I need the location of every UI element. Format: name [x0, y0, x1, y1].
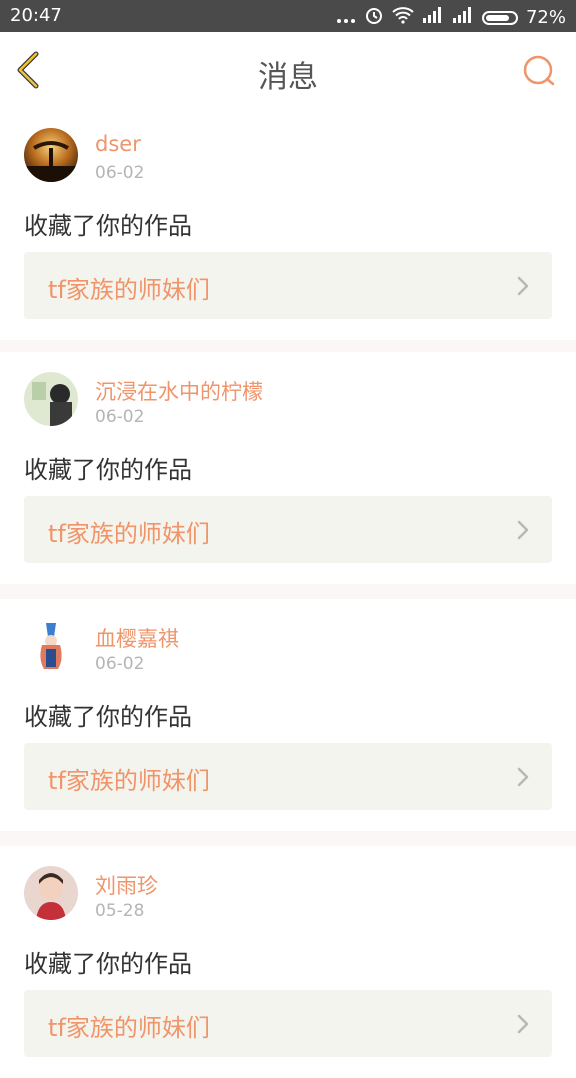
work-title: tf家族的师妹们 — [48, 276, 210, 304]
user-name[interactable]: 血樱嘉祺 — [95, 623, 179, 653]
message-action: 收藏了你的作品 — [24, 456, 192, 484]
message-card: 刘雨珍 05-28 收藏了你的作品 tf家族的师妹们 — [0, 846, 576, 1078]
work-link[interactable]: tf家族的师妹们 — [24, 496, 552, 563]
search-button[interactable] — [520, 52, 558, 90]
chevron-right-icon — [517, 276, 529, 296]
signal-icon — [422, 7, 444, 28]
more-dots-icon — [336, 7, 356, 28]
avatar[interactable] — [24, 619, 78, 673]
battery-percent: 72% — [525, 7, 566, 28]
message-card: 沉浸在水中的柠檬 06-02 收藏了你的作品 tf家族的师妹们 — [0, 352, 576, 584]
message-date: 05-28 — [95, 901, 145, 921]
chevron-right-icon — [517, 1014, 529, 1034]
message-date: 06-02 — [95, 163, 145, 183]
status-time: 20:47 — [10, 5, 62, 26]
search-icon — [523, 55, 555, 86]
work-title: tf家族的师妹们 — [48, 520, 210, 548]
work-link[interactable]: tf家族的师妹们 — [24, 252, 552, 319]
message-card: dser 06-02 收藏了你的作品 tf家族的师妹们 — [0, 108, 576, 340]
work-title: tf家族的师妹们 — [48, 1014, 210, 1042]
wifi-icon — [392, 6, 414, 29]
user-name[interactable]: dser — [95, 132, 141, 156]
nav-bar: 消息 — [0, 32, 576, 109]
message-action: 收藏了你的作品 — [24, 950, 192, 978]
message-date: 06-02 — [95, 407, 145, 427]
alarm-icon — [364, 5, 384, 30]
chevron-right-icon — [517, 520, 529, 540]
battery-icon — [481, 10, 518, 25]
avatar[interactable] — [24, 866, 78, 920]
message-action: 收藏了你的作品 — [24, 703, 192, 731]
message-date: 06-02 — [95, 654, 145, 674]
status-bar: 20:47 72% — [0, 0, 576, 32]
message-action: 收藏了你的作品 — [24, 212, 192, 240]
user-name[interactable]: 沉浸在水中的柠檬 — [95, 376, 263, 406]
work-title: tf家族的师妹们 — [48, 767, 210, 795]
avatar[interactable] — [24, 372, 78, 426]
avatar[interactable] — [24, 128, 78, 182]
page-title: 消息 — [258, 60, 318, 95]
chevron-right-icon — [517, 767, 529, 787]
signal-icon-2 — [452, 7, 474, 28]
message-card: 血樱嘉祺 06-02 收藏了你的作品 tf家族的师妹们 — [0, 599, 576, 831]
user-name[interactable]: 刘雨珍 — [95, 870, 158, 900]
work-link[interactable]: tf家族的师妹们 — [24, 743, 552, 810]
